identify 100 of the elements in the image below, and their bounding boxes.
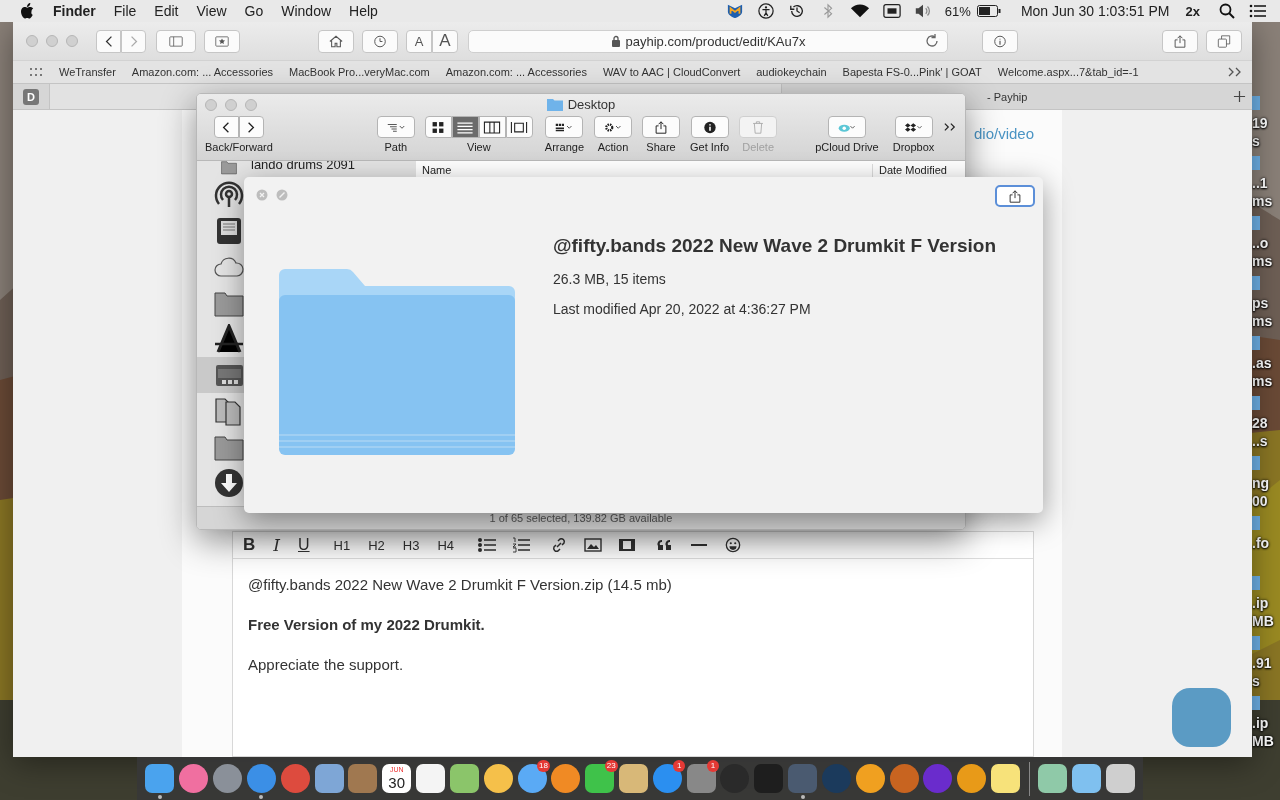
- editor[interactable]: B I U H1 H2 H3 H4 @fifty.bands 2022 New Wave 2 Drumkit F Version.zip (14.5 mb) Free Version of my 2022 Drumkit. Appreciate the support.: [232, 531, 1034, 757]
- app-icon[interactable]: [585, 764, 615, 793]
- file-label: ..s: [1252, 432, 1269, 450]
- back-button[interactable]: [96, 29, 121, 53]
- image-icon[interactable]: [584, 537, 603, 553]
- bookmark-link[interactable]: Bapesta FS-0...Pink' | GOAT: [842, 66, 982, 78]
- app-icon[interactable]: [957, 764, 987, 793]
- window-title: Desktop: [567, 97, 616, 112]
- toolbar-button[interactable]: [594, 116, 632, 138]
- share-icon: [1006, 189, 1024, 203]
- bookmark-link[interactable]: Welcome.aspx...7&tab_id=-1: [997, 66, 1139, 78]
- file-label: ng: [1252, 474, 1271, 492]
- apple-logo-icon[interactable]: [20, 3, 34, 19]
- folder-stack-icon[interactable]: [1105, 764, 1135, 793]
- list-icon[interactable]: [1249, 3, 1267, 19]
- format-button[interactable]: H4: [437, 537, 455, 553]
- info-button[interactable]: [982, 29, 1018, 53]
- chat-button[interactable]: [1172, 688, 1231, 747]
- menu-item[interactable]: Window: [281, 3, 332, 19]
- forward-icon: [247, 120, 256, 134]
- top-sites-button[interactable]: [204, 29, 240, 53]
- back-button[interactable]: [213, 116, 239, 138]
- app-icon[interactable]: [145, 764, 175, 793]
- tab-title[interactable]: - Payhip: [987, 90, 1028, 103]
- format-button[interactable]: B: [243, 535, 256, 555]
- app-icon[interactable]: [314, 764, 344, 793]
- plus-icon[interactable]: [1233, 90, 1246, 103]
- battery-icon[interactable]: [976, 5, 1001, 17]
- numbered-list-icon[interactable]: [512, 537, 531, 553]
- clock-icon: [373, 34, 387, 48]
- pinned-tab[interactable]: D: [23, 88, 39, 105]
- bookmark-link[interactable]: MacBook Pro...veryMac.com: [289, 66, 430, 78]
- smiley-icon[interactable]: [724, 537, 743, 553]
- toolbar-button[interactable]: [545, 116, 584, 138]
- bookmark-link[interactable]: audiokeychain: [756, 66, 827, 78]
- format-button[interactable]: U: [298, 536, 310, 554]
- chevron-icon[interactable]: [1228, 67, 1242, 77]
- column-header[interactable]: Name: [416, 164, 872, 177]
- toolbar-button[interactable]: [690, 116, 729, 138]
- app-icon[interactable]: [855, 764, 885, 793]
- menu-item[interactable]: File: [113, 3, 137, 19]
- menu-item[interactable]: View: [196, 3, 227, 19]
- wifi-icon[interactable]: [849, 3, 870, 19]
- grid-icon[interactable]: [29, 67, 43, 77]
- film-icon[interactable]: [618, 537, 637, 553]
- shield-m-icon[interactable]: [725, 3, 744, 19]
- download-icon: [214, 468, 244, 498]
- text-size-button[interactable]: A: [432, 29, 458, 53]
- accessibility-icon[interactable]: [756, 3, 775, 19]
- keyboard-icon[interactable]: [882, 3, 901, 19]
- search-icon[interactable]: [1218, 3, 1236, 19]
- menu-item[interactable]: Edit: [154, 3, 179, 19]
- file-label: ms: [1252, 372, 1274, 390]
- folder-stack-icon[interactable]: [1071, 764, 1101, 793]
- clock-arrow-icon[interactable]: [787, 3, 806, 19]
- format-button[interactable]: I: [273, 535, 280, 555]
- sidebar-button[interactable]: [156, 29, 196, 53]
- app-icon[interactable]: [991, 764, 1021, 793]
- toolbar-button[interactable]: [894, 116, 933, 138]
- share-button[interactable]: [1162, 29, 1198, 53]
- file-label: .as: [1252, 354, 1273, 372]
- home-button[interactable]: [318, 29, 354, 53]
- bookmark-link[interactable]: WAV to AAC | CloudConvert: [602, 66, 741, 78]
- reload-icon[interactable]: [925, 34, 939, 48]
- history-button[interactable]: [362, 29, 398, 53]
- gallery-icon: [510, 120, 529, 134]
- file-label: MB: [1252, 732, 1274, 750]
- forward-button[interactable]: [238, 116, 264, 138]
- display-scale[interactable]: 2x: [1185, 3, 1200, 19]
- bookmark-link[interactable]: WeTransfer: [59, 66, 116, 78]
- tabs-button[interactable]: [1206, 29, 1242, 53]
- format-button[interactable]: H1: [333, 537, 351, 553]
- menu-item[interactable]: Help: [349, 3, 378, 19]
- view-mode-button[interactable]: [478, 116, 506, 138]
- app-icon[interactable]: [517, 764, 547, 793]
- address-field[interactable]: payhip.com/product/edit/KAu7x: [468, 29, 948, 53]
- app-icon[interactable]: [449, 764, 479, 793]
- bookmark-link[interactable]: Amazon.com: ... Accessories: [131, 66, 274, 78]
- app-icon[interactable]: [619, 764, 648, 793]
- bullet-list-icon[interactable]: [478, 537, 497, 553]
- view-mode-button[interactable]: [505, 116, 533, 138]
- file-label: ms: [1252, 252, 1274, 270]
- format-button[interactable]: H2: [368, 537, 385, 553]
- menu-item[interactable]: Go: [244, 3, 264, 19]
- app-icon[interactable]: [483, 764, 513, 793]
- file-label: ms: [1252, 312, 1274, 330]
- share-button[interactable]: [995, 185, 1035, 207]
- app-icon[interactable]: [551, 764, 581, 793]
- app-icon[interactable]: [416, 764, 446, 793]
- bookmark-link[interactable]: Amazon.com: ... Accessories: [445, 66, 587, 78]
- view-mode-button[interactable]: [424, 116, 452, 138]
- folder-stack-icon[interactable]: [1037, 764, 1067, 793]
- volume-icon[interactable]: [913, 3, 932, 19]
- text-size-button[interactable]: A: [406, 29, 432, 53]
- toolbar-label: Path: [384, 141, 408, 153]
- clock[interactable]: Mon Jun 30 1:03:51 PM: [1020, 3, 1170, 19]
- format-button[interactable]: H3: [402, 537, 420, 553]
- app-menu[interactable]: Finder: [53, 3, 96, 19]
- notification-badge: 1: [707, 759, 720, 772]
- chevron-icon[interactable]: [944, 122, 957, 132]
